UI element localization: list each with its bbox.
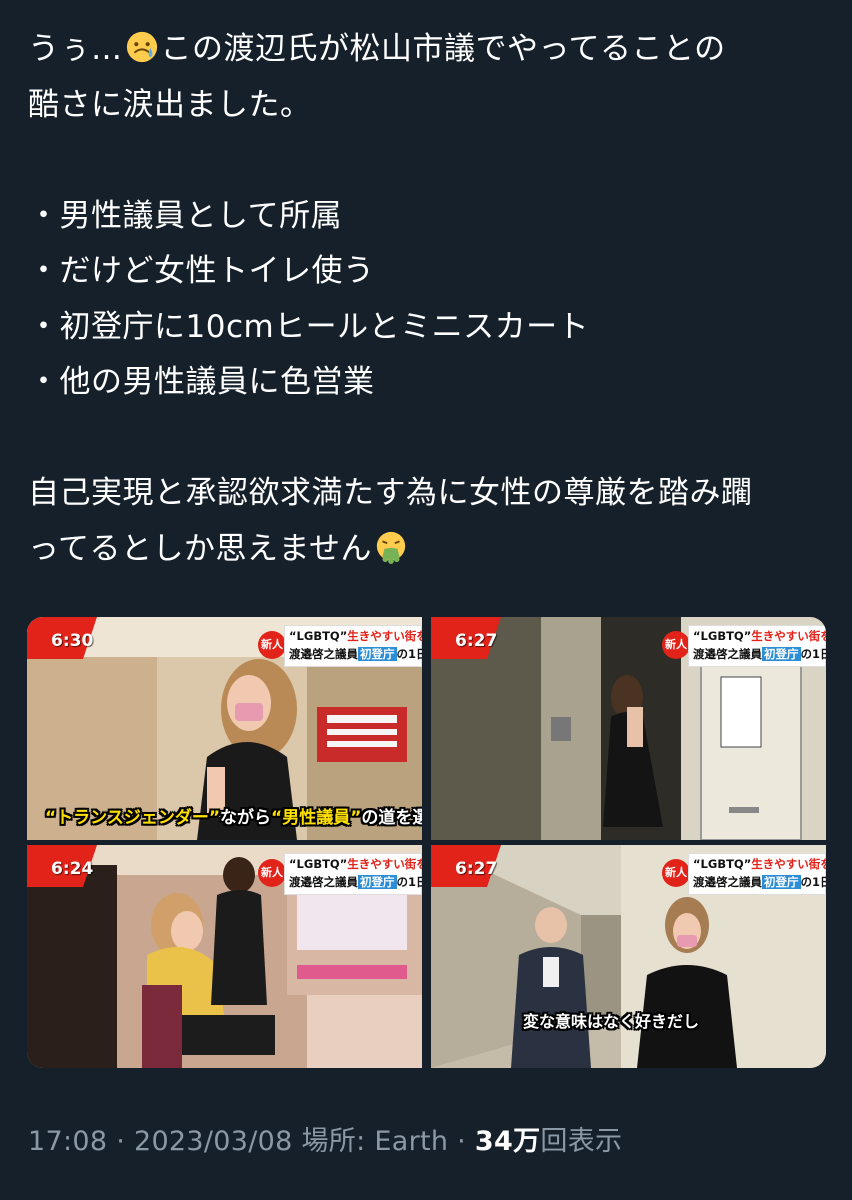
media-grid[interactable]: 6:30 新人 “LGBTQ”生きやすい街を 渡邉啓之議員 初登庁 の1日 “トラン… bbox=[27, 617, 826, 1068]
banner-line-2: 渡邉啓之議員 初登庁 の1日 bbox=[289, 874, 422, 890]
banner-suffix: の1日 bbox=[800, 647, 827, 661]
tweet-text: うぅ… この渡辺氏が松山市議でやってることの 酷さに涙出ました。 ・男性議員とし… bbox=[28, 22, 828, 577]
banner-tag: 初登庁 bbox=[358, 875, 397, 889]
broadcast-clock: 6:24 bbox=[27, 845, 107, 887]
tweet-text-segment: うぅ… bbox=[28, 31, 123, 67]
tweet-paragraph-line: 自己実現と承認欲求満たす為に女性の尊厳を踏み躙 bbox=[28, 475, 753, 511]
banner-line-1: “LGBTQ”生きやすい街を bbox=[289, 856, 422, 872]
separator: · bbox=[107, 1126, 134, 1157]
banner-line-2: 渡邉啓之議員 初登庁 の1日 bbox=[289, 646, 422, 662]
clock-time: 6:30 bbox=[51, 631, 94, 651]
banner-suffix: の1日 bbox=[396, 647, 423, 661]
badge-new: 新人 bbox=[662, 859, 690, 887]
banner-line-1: “LGBTQ”生きやすい街を bbox=[289, 628, 422, 644]
bullet-item: ・男性議員として所属 bbox=[28, 197, 343, 234]
banner-box: “LGBTQ”生きやすい街を 渡邉啓之議員 初登庁 の1日 bbox=[284, 625, 422, 667]
banner-name: 渡邉啓之議員 bbox=[289, 875, 358, 889]
banner-suffix: の1日 bbox=[800, 875, 827, 889]
caption: 変な意味はなく好きだし bbox=[523, 1012, 700, 1031]
badge-new: 新人 bbox=[258, 859, 286, 887]
media-image-2[interactable]: 6:27 新人 “LGBTQ”生きやすい街を 渡邉啓之議員 初登庁 の1日 bbox=[431, 617, 826, 840]
banner-quote: “LGBTQ” bbox=[289, 629, 348, 643]
media-image-3[interactable]: 6:24 新人 “LGBTQ”生きやすい街を 渡邉啓之議員 初登庁 の1日 bbox=[27, 845, 422, 1068]
bullet-item: ・初登庁に10cmヒールとミニスカート bbox=[28, 308, 590, 345]
banner-highlight: 生きやすい街を bbox=[751, 857, 826, 871]
tweet-line-2: 酷さに涙出ました。 bbox=[28, 86, 312, 123]
banner-box: “LGBTQ”生きやすい街を 渡邉啓之議員 初登庁 の1日 bbox=[284, 853, 422, 895]
banner-line-1: “LGBTQ”生きやすい街を bbox=[693, 628, 826, 644]
banner-box: “LGBTQ”生きやすい街を 渡邉啓之議員 初登庁 の1日 bbox=[688, 853, 826, 895]
view-count-label: 回表示 bbox=[540, 1126, 623, 1157]
banner-box: “LGBTQ”生きやすい街を 渡邉啓之議員 初登庁 の1日 bbox=[688, 625, 826, 667]
caption: “トランスジェンダー”ながら“男性議員”の道を選ぶ bbox=[45, 803, 422, 828]
banner-name: 渡邉啓之議員 bbox=[289, 647, 358, 661]
banner-line-2: 渡邉啓之議員 初登庁 の1日 bbox=[693, 646, 826, 662]
banner-line-2: 渡邉啓之議員 初登庁 の1日 bbox=[693, 874, 826, 890]
banner-tag: 初登庁 bbox=[358, 647, 397, 661]
location-label: 場所: bbox=[292, 1126, 375, 1157]
banner-quote: “LGBTQ” bbox=[693, 857, 752, 871]
tweet-date[interactable]: 2023/03/08 bbox=[134, 1126, 293, 1157]
news-banner: 新人 “LGBTQ”生きやすい街を 渡邉啓之議員 初登庁 の1日 bbox=[662, 625, 826, 667]
banner-highlight: 生きやすい街を bbox=[751, 629, 826, 643]
tweet-paragraph-line: ってるとしか思えません bbox=[28, 522, 828, 578]
media-image-1[interactable]: 6:30 新人 “LGBTQ”生きやすい街を 渡邉啓之議員 初登庁 の1日 “トラン… bbox=[27, 617, 422, 840]
bullet-item: ・他の男性議員に色営業 bbox=[28, 364, 375, 400]
caption-text: の道を選ぶ bbox=[361, 808, 422, 828]
broadcast-clock: 6:30 bbox=[27, 617, 107, 659]
banner-name: 渡邉啓之議員 bbox=[693, 647, 762, 661]
banner-name: 渡邉啓之議員 bbox=[693, 875, 762, 889]
badge-new: 新人 bbox=[258, 631, 286, 659]
banner-tag: 初登庁 bbox=[762, 647, 801, 661]
clock-time: 6:27 bbox=[455, 859, 498, 879]
news-banner: 新人 “LGBTQ”生きやすい街を 渡邉啓之議員 初登庁 の1日 bbox=[258, 853, 422, 895]
banner-highlight: 生きやすい街を bbox=[347, 857, 422, 871]
broadcast-clock: 6:27 bbox=[431, 845, 511, 887]
banner-highlight: 生きやすい街を bbox=[347, 629, 422, 643]
separator: · bbox=[448, 1126, 475, 1157]
tweet-text-segment: この渡辺氏が松山市議でやってることの bbox=[160, 31, 726, 67]
tweet-text-segment: ってるとしか思えません bbox=[28, 530, 373, 567]
banner-quote: “LGBTQ” bbox=[693, 629, 752, 643]
bullet-item: ・だけど女性トイレ使う bbox=[28, 253, 375, 289]
news-banner: 新人 “LGBTQ”生きやすい街を 渡邉啓之議員 初登庁 の1日 bbox=[662, 853, 826, 895]
broadcast-clock: 6:27 bbox=[431, 617, 511, 659]
caption-highlight: “トランスジェンダー” bbox=[45, 808, 221, 828]
clock-time: 6:24 bbox=[51, 859, 94, 879]
clock-time: 6:27 bbox=[455, 631, 498, 651]
tweet-time[interactable]: 17:08 bbox=[28, 1126, 107, 1157]
caption-highlight: “男性議員” bbox=[271, 808, 362, 828]
banner-suffix: の1日 bbox=[396, 875, 423, 889]
view-count: 34万 bbox=[474, 1126, 541, 1157]
location-value[interactable]: Earth bbox=[374, 1126, 448, 1157]
banner-quote: “LGBTQ” bbox=[289, 857, 348, 871]
crying-face-icon bbox=[126, 31, 157, 63]
tweet-metadata: 17:08 · 2023/03/08 場所: Earth · 34万回表示 bbox=[28, 1119, 622, 1158]
caption-text: ながら bbox=[220, 808, 272, 828]
banner-line-1: “LGBTQ”生きやすい街を bbox=[693, 856, 826, 872]
media-image-4[interactable]: 6:27 新人 “LGBTQ”生きやすい街を 渡邉啓之議員 初登庁 の1日 変な意味… bbox=[431, 845, 826, 1068]
tweet-line-1: うぅ… この渡辺氏が松山市議でやってることの bbox=[28, 22, 828, 78]
vomiting-face-icon bbox=[376, 531, 406, 564]
banner-tag: 初登庁 bbox=[762, 875, 801, 889]
news-banner: 新人 “LGBTQ”生きやすい街を 渡邉啓之議員 初登庁 の1日 bbox=[258, 625, 422, 667]
badge-new: 新人 bbox=[662, 631, 690, 659]
